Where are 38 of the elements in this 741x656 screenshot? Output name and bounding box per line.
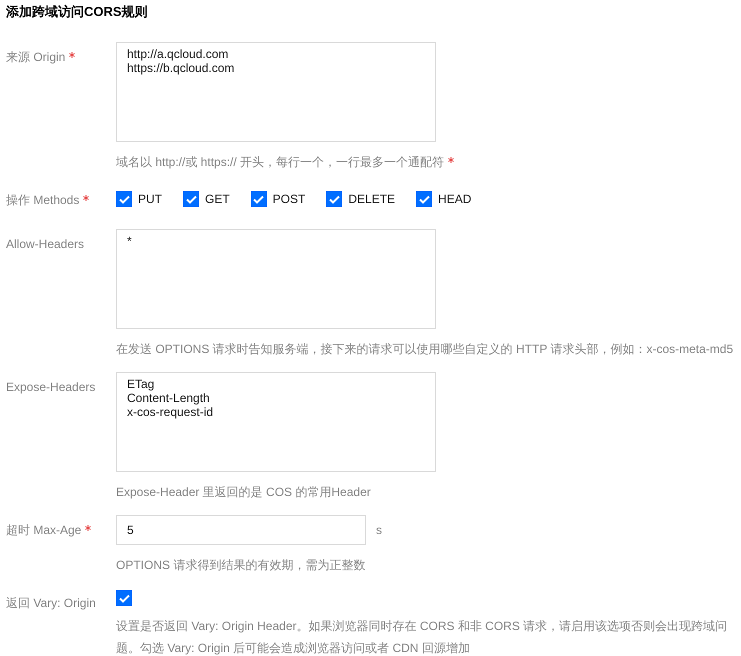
required-asterisk-icon [69, 52, 76, 58]
field-label: 来源 Origin [6, 50, 76, 64]
field-hint: OPTIONS 请求得到结果的有效期，需为正整数 [116, 557, 366, 574]
field-label: 超时 Max-Age [6, 523, 92, 537]
checkmark-icon [418, 194, 430, 204]
checkbox[interactable] [183, 191, 199, 207]
checkmark-icon [328, 194, 340, 204]
checkbox[interactable] [416, 191, 432, 207]
checkbox-label: PUT [138, 191, 162, 208]
field-hint: Expose-Header 里返回的是 COS 的常用Header [116, 484, 372, 501]
checkbox-label: DELETE [348, 191, 396, 208]
field-hint: 域名以 http://或 https:// 开头，每行一个，一行最多一个通配符 [116, 151, 737, 173]
input-field[interactable]: 5 [116, 515, 366, 545]
checkmark-icon [118, 194, 130, 204]
checkmark-icon [186, 194, 196, 204]
checkbox[interactable] [116, 191, 132, 207]
required-asterisk-icon [83, 195, 90, 201]
checkbox[interactable] [250, 191, 267, 207]
field-hint: 在发送 OPTIONS 请求时告知服务端，接下来的请求可以使用哪些自定义的 HTTP 请求头部，例如：x-cos-meta-md5 [116, 341, 734, 358]
text-area[interactable]: http://a.qcloud.com https://b.qcloud.com [116, 42, 436, 142]
checkbox-label: HEAD [438, 191, 472, 208]
checkbox-label: GET [205, 191, 230, 208]
form-title: 添加跨域访问CORS规则 [6, 3, 149, 21]
checkmark-icon [118, 594, 130, 602]
required-asterisk-icon [448, 157, 454, 163]
required-asterisk-icon [85, 525, 92, 531]
checkbox-label: POST [272, 191, 306, 208]
field-label: Allow-Headers [6, 237, 84, 251]
field-label: 操作 Methods [6, 193, 90, 207]
checkbox[interactable] [116, 590, 132, 606]
field-label: Expose-Headers [6, 380, 96, 394]
checkbox[interactable] [326, 191, 342, 207]
field-hint: 设置是否返回 Vary: Origin Header。如果浏览器同时存在 CORS 和非 CORS 请求，请启用该选项否则会出现跨域问题。勾选 Vary: Origin 后可能会造成浏览器访问或者 CDN 回源增加 [116, 618, 728, 656]
checkmark-icon [253, 194, 264, 204]
unit-label: s [376, 522, 382, 539]
field-label: 返回 Vary: Origin [6, 596, 96, 610]
text-area[interactable]: * [116, 229, 436, 329]
text-area[interactable]: ETag Content-Length x-cos-request-id [116, 372, 436, 472]
